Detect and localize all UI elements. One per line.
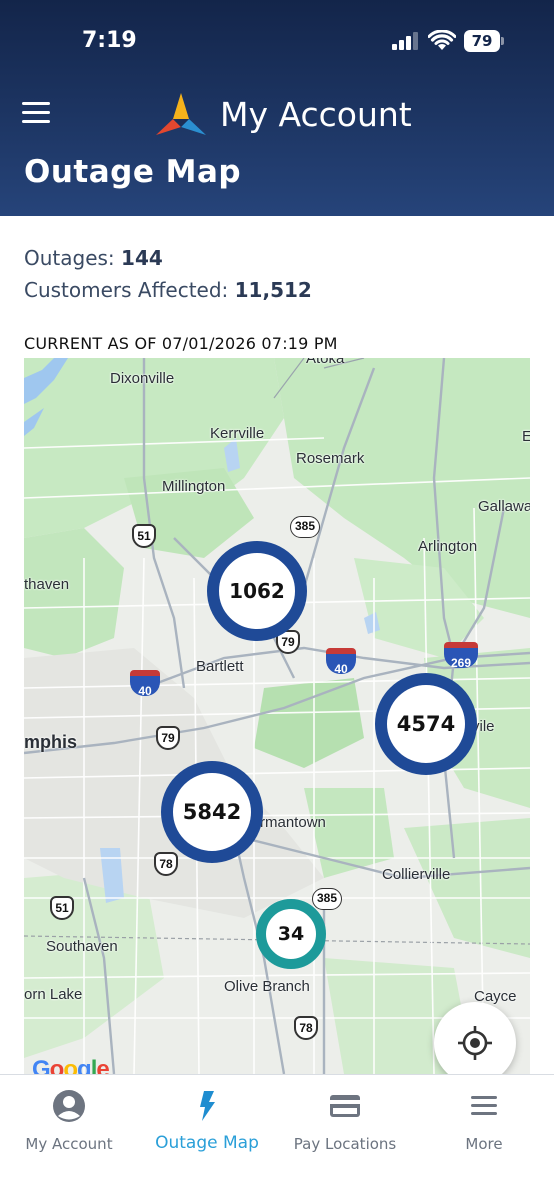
crosshair-location-icon — [458, 1026, 492, 1060]
us-78-shield-south: 78 — [294, 1016, 318, 1040]
place-gallaway: Gallaway — [478, 498, 530, 515]
tab-pay-locations-label: Pay Locations — [293, 1135, 397, 1153]
place-kerrville: Kerrville — [210, 425, 265, 442]
app-title: My Account — [220, 94, 412, 134]
my-location-button[interactable] — [434, 1002, 516, 1074]
outage-cluster-5842[interactable]: 5842 — [161, 761, 263, 863]
google-attribution-logo: Google — [32, 1056, 110, 1074]
us-78-shield-north: 78 — [154, 852, 178, 876]
outage-cluster-4574[interactable]: 4574 — [375, 673, 477, 775]
wifi-icon — [428, 30, 456, 50]
company-logo-icon — [156, 93, 206, 135]
hamburger-menu-button[interactable] — [22, 102, 50, 124]
place-southaven: Southaven — [46, 938, 118, 955]
place-athaven: thaven — [24, 576, 70, 593]
tab-more[interactable]: More — [414, 1089, 554, 1153]
us-79-shield-south: 79 — [156, 726, 180, 750]
status-bar: 7:19 79 — [0, 0, 554, 80]
outages-value: 144 — [121, 246, 163, 270]
last-updated-timestamp: CURRENT AS OF 07/01/2026 07:19 PM — [24, 334, 338, 353]
outage-stats: Outages: 144 Customers Affected: 11,512 — [24, 242, 312, 306]
credit-card-icon — [330, 1095, 360, 1117]
battery-level: 79 — [464, 30, 500, 52]
tab-pay-locations[interactable]: Pay Locations — [276, 1089, 414, 1153]
place-horn-lake: orn Lake — [24, 986, 83, 1003]
place-edge-e: E — [522, 428, 530, 445]
place-bartlett: Bartlett — [196, 658, 244, 675]
place-millington: Millington — [162, 478, 226, 495]
customers-affected-value: 11,512 — [234, 278, 312, 302]
app-header: 7:19 79 My Account Outage Map — [0, 0, 554, 216]
us-51-shield-south: 51 — [50, 896, 74, 920]
tab-more-label: More — [465, 1135, 503, 1153]
place-arlington: Arlington — [418, 538, 478, 555]
page-title: Outage Map — [24, 154, 242, 190]
menu-lines-icon — [471, 1096, 497, 1115]
outages-stat: Outages: 144 — [24, 242, 312, 274]
battery-icon: 79 — [464, 30, 504, 52]
outage-cluster-34[interactable]: 34 — [256, 899, 326, 969]
account-circle-icon — [53, 1090, 85, 1122]
place-olive-branch: Olive Branch — [224, 978, 310, 995]
place-memphis: mphis — [24, 732, 78, 752]
place-dixonville: Dixonville — [110, 370, 175, 387]
lightning-bolt-icon — [200, 1091, 215, 1121]
outages-label: Outages: — [24, 246, 115, 270]
route-385-shield-south: 385 — [312, 888, 342, 910]
status-time: 7:19 — [82, 28, 137, 53]
outage-map[interactable]: Atoka Dixonville Kerrville Rosemark Mill… — [24, 358, 530, 1074]
outage-cluster-1062[interactable]: 1062 — [207, 541, 307, 641]
customers-affected-stat: Customers Affected: 11,512 — [24, 274, 312, 306]
interstate-40-shield-west: 40 — [130, 670, 160, 698]
tab-my-account-label: My Account — [25, 1135, 113, 1153]
tab-my-account[interactable]: My Account — [0, 1089, 138, 1153]
us-51-shield: 51 — [132, 524, 156, 548]
interstate-269-shield: 269 — [444, 642, 478, 670]
interstate-40-shield-east: 40 — [326, 648, 356, 676]
cellular-signal-icon — [392, 32, 420, 50]
brand: My Account — [154, 90, 412, 138]
route-385-shield: 385 — [290, 516, 320, 538]
bottom-tab-bar: My Account Outage Map Pay Locations More — [0, 1074, 554, 1200]
customers-affected-label: Customers Affected: — [24, 278, 229, 302]
place-collierville: Collierville — [382, 866, 451, 883]
place-rosemark: Rosemark — [296, 450, 365, 467]
tab-outage-map[interactable]: Outage Map — [138, 1089, 276, 1153]
tab-outage-map-label: Outage Map — [155, 1133, 259, 1153]
place-atoka: Atoka — [306, 358, 345, 367]
